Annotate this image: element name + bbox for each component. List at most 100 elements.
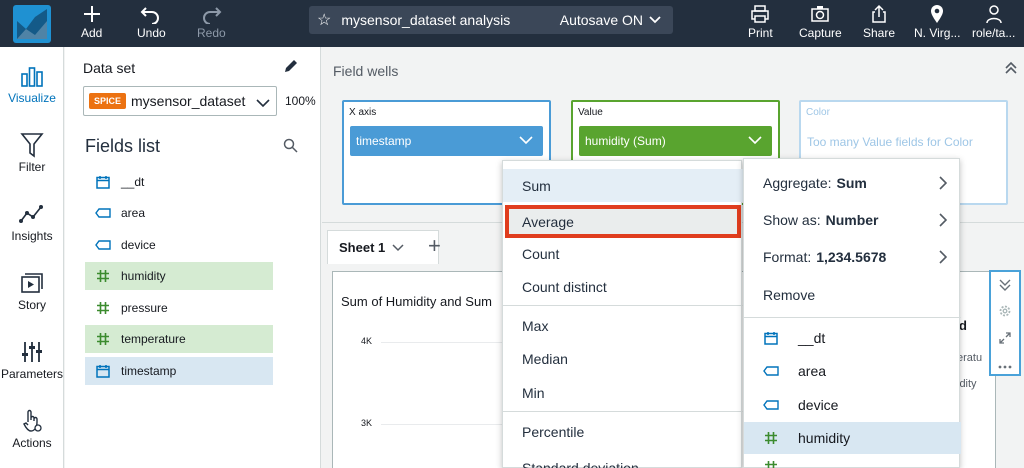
format-label: Format: [763,249,812,265]
star-icon[interactable]: ☆ [317,10,331,30]
dimension-icon [85,208,121,218]
location-pin-icon [929,2,945,26]
menu-field-label: __dt [798,330,826,346]
fields-list-title: Fields list [85,136,161,156]
xaxis-field-pill[interactable]: timestamp [350,126,543,156]
region-button[interactable]: N. Virg... [914,2,960,40]
field-item-area[interactable]: area [85,199,273,227]
collapse-up-icon[interactable] [1004,61,1018,80]
nav-visualize-label: Visualize [8,91,56,105]
field-label: temperature [121,332,186,346]
region-label: N. Virg... [914,26,961,40]
field-item-pressure[interactable]: pressure [85,294,273,322]
menu-field-device[interactable]: device [744,389,961,421]
color-well-label: Color [806,107,830,118]
field-label: device [121,238,156,252]
aggregate-value: Sum [836,175,867,191]
tab-sheet-1[interactable]: Sheet 1 [327,230,439,264]
plus-icon [82,2,102,26]
menu-item-aggregate[interactable]: Aggregate: Sum [744,165,961,201]
value-field-pill[interactable]: humidity (Sum) [579,126,772,156]
menu-divider [744,317,961,318]
more-options-icon[interactable] [998,357,1012,375]
add-button[interactable]: Add [81,2,102,40]
xaxis-field-name: timestamp [356,134,412,148]
menu-item-max[interactable]: Max [503,309,743,342]
menu-item-count-distinct[interactable]: Count distinct [503,270,743,303]
chevron-right-icon [939,213,948,230]
field-label: area [121,206,146,220]
menu-divider [503,305,743,306]
redo-icon [200,2,222,26]
quicksight-logo[interactable] [0,0,64,47]
chevron-down-icon [392,240,404,255]
menu-field-label: area [798,363,827,379]
bar-chart-icon [20,61,44,91]
menu-item-sum[interactable]: Sum [503,169,743,202]
visual-title: Sum of Humidity and Sum [341,294,493,309]
aggregate-label: Aggregate: [763,175,832,191]
field-item-temperature[interactable]: temperature [85,325,273,353]
gear-icon[interactable] [998,304,1012,323]
pencil-icon[interactable] [283,58,299,79]
collapse-down-icon[interactable] [998,278,1012,297]
share-button[interactable]: Share [863,2,895,40]
dataset-select[interactable]: SPICE mysensor_dataset [83,86,277,116]
autosave-toggle[interactable]: Autosave ON [560,12,661,28]
dataset-name: mysensor_dataset [131,93,246,109]
menu-item-format[interactable]: Format: 1,234.5678 [744,239,961,275]
nav-parameters[interactable]: Parameters [0,337,64,381]
analysis-title-bar[interactable]: ☆ mysensor_dataset analysis Autosave ON [309,6,673,34]
menu-field-area[interactable]: area [744,355,961,387]
redo-button[interactable]: Redo [197,2,226,40]
menu-field-partial[interactable] [744,456,961,468]
field-item-device[interactable]: device [85,231,273,259]
field-item-dt[interactable]: __dt [85,168,273,196]
nav-visualize[interactable]: Visualize [0,61,64,105]
nav-actions[interactable]: Actions [0,406,64,450]
undo-label: Undo [137,26,166,40]
nav-story[interactable]: Story [0,268,64,312]
actions-icon [20,406,44,436]
print-button[interactable]: Print [748,2,773,40]
nav-filter[interactable]: Filter [0,130,64,174]
calendar-icon [85,175,121,189]
aggregate-menu: Sum Average Count Count distinct Max Med… [502,160,743,468]
gridline [381,342,511,343]
dataset-label: Data set [83,60,136,76]
undo-button[interactable]: Undo [137,2,166,40]
chevron-down-icon [256,95,270,111]
menu-field-label: device [798,397,839,413]
menu-item-count[interactable]: Count [503,237,743,270]
chevron-down-icon [649,16,661,24]
y-tick-3k: 3K [361,418,373,428]
field-item-humidity[interactable]: humidity [85,262,273,290]
menu-item-remove[interactable]: Remove [744,277,961,313]
user-button[interactable]: role/ta... [972,2,1015,40]
menu-item-standard-deviation[interactable]: Standard deviation [503,451,743,468]
y-tick-4k: 4K [361,336,373,346]
menu-item-show-as[interactable]: Show as: Number [744,202,961,238]
menu-field-humidity[interactable]: humidity [744,422,961,454]
nav-insights[interactable]: Insights [0,199,64,243]
chevron-right-icon [939,250,948,267]
chevron-down-icon [519,134,533,148]
show-as-value: Number [825,212,879,228]
analysis-name[interactable]: mysensor_dataset analysis [341,12,510,28]
menu-item-median[interactable]: Median [503,342,743,375]
undo-icon [140,2,162,26]
search-icon[interactable] [283,138,298,158]
expand-icon[interactable] [998,331,1012,350]
nav-parameters-label: Parameters [0,367,64,381]
capture-button[interactable]: Capture [799,2,842,40]
nav-story-label: Story [17,298,46,312]
menu-field-label: humidity [798,430,851,446]
spice-badge: SPICE [89,93,127,109]
menu-item-average[interactable]: Average [505,205,741,238]
menu-item-percentile[interactable]: Percentile [503,415,743,448]
print-label: Print [748,26,773,40]
menu-field-dt[interactable]: __dt [744,322,961,354]
add-sheet-button[interactable]: + [428,233,441,259]
menu-item-min[interactable]: Min [503,376,743,409]
field-item-timestamp[interactable]: timestamp [85,357,273,385]
